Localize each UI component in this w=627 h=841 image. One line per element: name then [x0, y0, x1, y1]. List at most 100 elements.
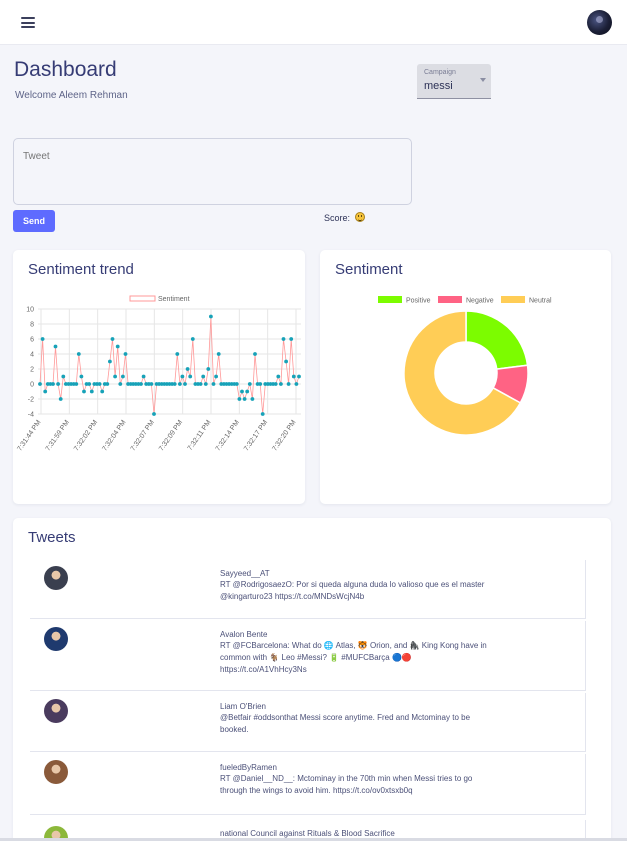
sentiment-data-point — [279, 382, 283, 386]
legend-swatch-positive — [378, 296, 402, 303]
sentiment-data-point — [178, 382, 182, 386]
sentiment-data-point — [58, 397, 63, 401]
sentiment-data-point — [53, 344, 58, 349]
sentiment-data-point — [118, 382, 123, 386]
sentiment-data-point — [149, 382, 154, 386]
sentiment-data-point — [87, 382, 92, 386]
hamburger-menu-icon[interactable] — [21, 17, 35, 28]
sentiment-data-point — [198, 382, 203, 386]
chevron-down-icon — [480, 78, 486, 82]
tweet-text: @Betfair #oddsonthat Messi score anytime… — [220, 713, 471, 734]
x-tick-label: 7:32:09 PM — [158, 419, 184, 452]
sentiment-data-point — [185, 367, 190, 371]
y-tick-label: 8 — [30, 322, 34, 329]
legend-label-positive: Positive — [406, 298, 431, 305]
tweet-text: RT @Daniel__ND__: Mctominay in the 70th … — [220, 774, 473, 795]
smiley-face-icon — [354, 212, 365, 222]
campaign-select[interactable]: Campaign messi — [417, 64, 491, 99]
sentiment-data-point — [43, 389, 48, 394]
sentiment-data-point — [237, 397, 242, 401]
y-tick-label: -4 — [28, 412, 34, 419]
tweet-input[interactable] — [13, 138, 412, 205]
sentiment-data-point — [175, 352, 180, 356]
sentiment-data-point — [297, 374, 301, 379]
legend-label-neutral: Neutral — [529, 298, 552, 305]
x-tick-label: 7:32:02 PM — [73, 419, 99, 452]
sentiment-data-point — [38, 382, 42, 386]
sentiment-data-point — [51, 382, 55, 386]
x-tick-label: 7:32:11 PM — [187, 419, 213, 452]
sentiment-data-point — [183, 382, 187, 386]
tweet-item[interactable]: Sayyeed__AT RT @RodrigosaezO: Por si qued… — [30, 560, 586, 619]
tweet-username: fueledByRamen — [220, 763, 277, 772]
y-tick-label: 2 — [30, 367, 34, 374]
sentiment-trend-card: Sentiment trend Sentiment 10 8 6 4 2 0 -2 -4 7:31… — [13, 250, 305, 504]
tweet-username: national Council against Rituals & Blood… — [220, 829, 395, 838]
sentiment-data-point — [89, 389, 94, 394]
sentiment-data-point — [123, 352, 128, 356]
sentiment-data-point — [113, 374, 117, 379]
x-tick-label: 7:32:07 PM — [130, 419, 156, 452]
x-tick-label: 7:32:04 PM — [101, 419, 127, 452]
campaign-value: messi — [424, 80, 453, 92]
sentiment-data-point — [40, 337, 45, 341]
x-tick-label: 7:32:14 PM — [215, 419, 241, 452]
tweet-avatar — [44, 627, 68, 651]
donut-slice-positive — [465, 310, 529, 370]
score-display: Score: — [324, 211, 365, 223]
sentiment-data-point — [286, 382, 291, 386]
sentiment-data-point — [247, 382, 252, 386]
sentiment-data-point — [188, 374, 193, 379]
legend-swatch-neutral — [501, 296, 525, 303]
sentiment-data-point — [245, 389, 250, 394]
tweet-avatar — [44, 699, 68, 723]
sentiment-data-point — [203, 382, 208, 386]
tweet-username: Avalon Bente — [220, 630, 268, 639]
sentiment-data-point — [82, 389, 86, 394]
sentiment-data-point — [121, 374, 125, 379]
x-tick-label: 7:31:59 PM — [45, 419, 71, 452]
sentiment-data-point — [206, 367, 211, 371]
top-app-bar — [0, 0, 627, 45]
sentiment-data-point — [172, 382, 177, 386]
sentiment-data-point — [209, 314, 213, 319]
sentiment-data-point — [56, 382, 60, 386]
sentiment-donut-chart: Positive Negative Neutral — [378, 296, 552, 436]
sentiment-data-point — [214, 374, 219, 379]
tweet-username: Liam O'Brien — [220, 702, 266, 711]
tweet-item[interactable]: fueledByRamen RT @Daniel__ND__: Mctominay… — [30, 754, 586, 815]
sentiment-data-point — [180, 374, 185, 379]
y-tick-label: 4 — [30, 352, 34, 359]
sentiment-data-point — [242, 397, 247, 401]
sentiment-data-point — [201, 374, 206, 379]
sentiment-data-point — [216, 352, 221, 356]
sentiment-data-point — [190, 337, 195, 341]
sentiment-data-point — [152, 412, 156, 416]
x-tick-label: 7:32:20 PM — [271, 419, 297, 452]
sentiment-trend-chart: Sentiment 10 8 6 4 2 0 -2 -47:31:44 PM 7:31:59 PM… — [16, 295, 301, 452]
sentiment-data-point — [141, 374, 146, 379]
sentiment-data-point — [234, 382, 239, 386]
sentiment-data-point — [100, 389, 105, 394]
legend-swatch — [129, 295, 156, 302]
sentiment-data-point — [289, 337, 294, 341]
tweet-avatar — [44, 760, 68, 784]
tweet-item[interactable]: Avalon Bente RT @FCBarcelona: What do 🌐 A… — [30, 621, 586, 691]
send-button[interactable]: Send — [13, 210, 55, 232]
tweet-avatar — [44, 566, 68, 590]
tweet-item[interactable]: Liam O'Brien @Betfair #oddsonthat Messi s… — [30, 693, 586, 752]
sentiment-data-point — [260, 412, 265, 416]
sentiment-data-point — [139, 382, 143, 386]
sentiment-card: Sentiment Positive Negative Neutral — [320, 250, 611, 504]
y-tick-label: 10 — [26, 307, 34, 314]
tweet-username: Sayyeed__AT — [220, 569, 270, 578]
score-label: Score: — [324, 213, 351, 223]
sentiment-data-point — [250, 397, 255, 401]
sentiment-data-point — [276, 374, 281, 379]
sentiment-data-point — [253, 352, 257, 356]
tweet-text: RT @RodrigosaezO: Por si queda alguna du… — [220, 580, 485, 601]
sentiment-data-point — [291, 374, 296, 379]
user-avatar[interactable] — [587, 10, 612, 35]
x-tick-label: 7:31:44 PM — [16, 419, 42, 452]
sentiment-data-point — [240, 389, 244, 394]
